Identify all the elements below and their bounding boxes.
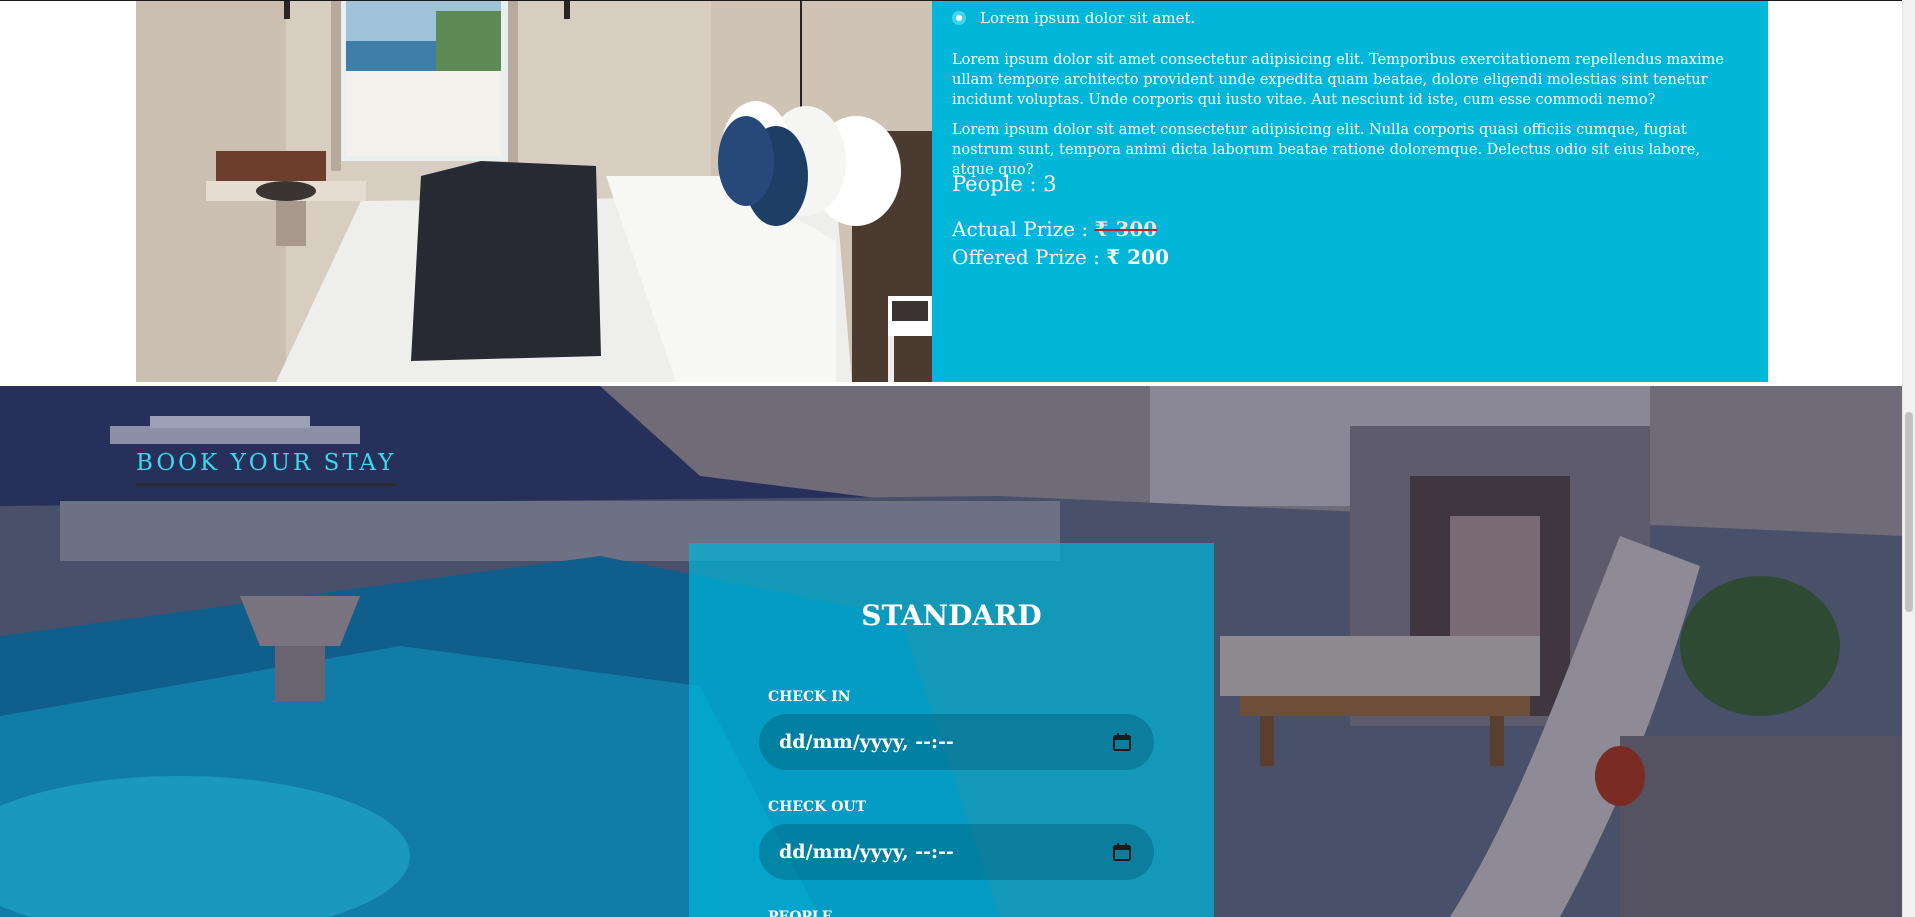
booking-section: BOOK YOUR STAY STANDARD CHECK IN dd/mm/y… — [0, 386, 1903, 917]
check-in-value: dd/mm/yyyy, --:-- — [779, 731, 954, 753]
check-out-label: CHECK OUT — [768, 799, 867, 815]
offered-prize-label: Offered Prize : — [952, 245, 1107, 269]
room-people: People : 3 — [952, 172, 1057, 196]
scrollbar-thumb[interactable] — [1905, 412, 1913, 612]
room-photo — [136, 1, 932, 382]
page-scrollbar[interactable] — [1902, 0, 1915, 917]
room-description-2: Lorem ipsum dolor sit amet consectetur a… — [952, 122, 1700, 178]
room-photo-illustration — [136, 1, 932, 382]
book-your-stay-heading: BOOK YOUR STAY — [136, 450, 397, 486]
actual-prize-value: ₹ 300 — [1094, 217, 1158, 241]
bullet-icon — [952, 11, 966, 25]
check-out-input[interactable]: dd/mm/yyyy, --:-- — [759, 824, 1154, 880]
offered-prize: Offered Prize : ₹ 200 — [952, 245, 1169, 269]
people-label: PEOPLE — [768, 909, 833, 917]
booking-form-card: STANDARD CHECK IN dd/mm/yyyy, --:-- CHEC… — [689, 543, 1214, 917]
feature-bullet-text: Lorem ipsum dolor sit amet. — [980, 9, 1196, 27]
offered-prize-value: ₹ 200 — [1106, 245, 1169, 269]
actual-prize: Actual Prize : ₹ 300 — [952, 217, 1157, 241]
room-section: Lorem ipsum dolor sit amet. Lorem ipsum … — [0, 0, 1903, 386]
feature-bullet: Lorem ipsum dolor sit amet. — [952, 9, 1195, 27]
check-out-value: dd/mm/yyyy, --:-- — [779, 841, 954, 863]
check-in-input[interactable]: dd/mm/yyyy, --:-- — [759, 714, 1154, 770]
room-description-1: Lorem ipsum dolor sit amet consectetur a… — [952, 52, 1724, 108]
calendar-icon[interactable] — [1112, 732, 1132, 752]
check-in-label: CHECK IN — [768, 689, 851, 705]
room-info-panel: Lorem ipsum dolor sit amet. Lorem ipsum … — [932, 1, 1768, 382]
actual-prize-label: Actual Prize : — [952, 217, 1095, 241]
calendar-icon[interactable] — [1112, 842, 1132, 862]
room-type-title: STANDARD — [861, 599, 1042, 632]
